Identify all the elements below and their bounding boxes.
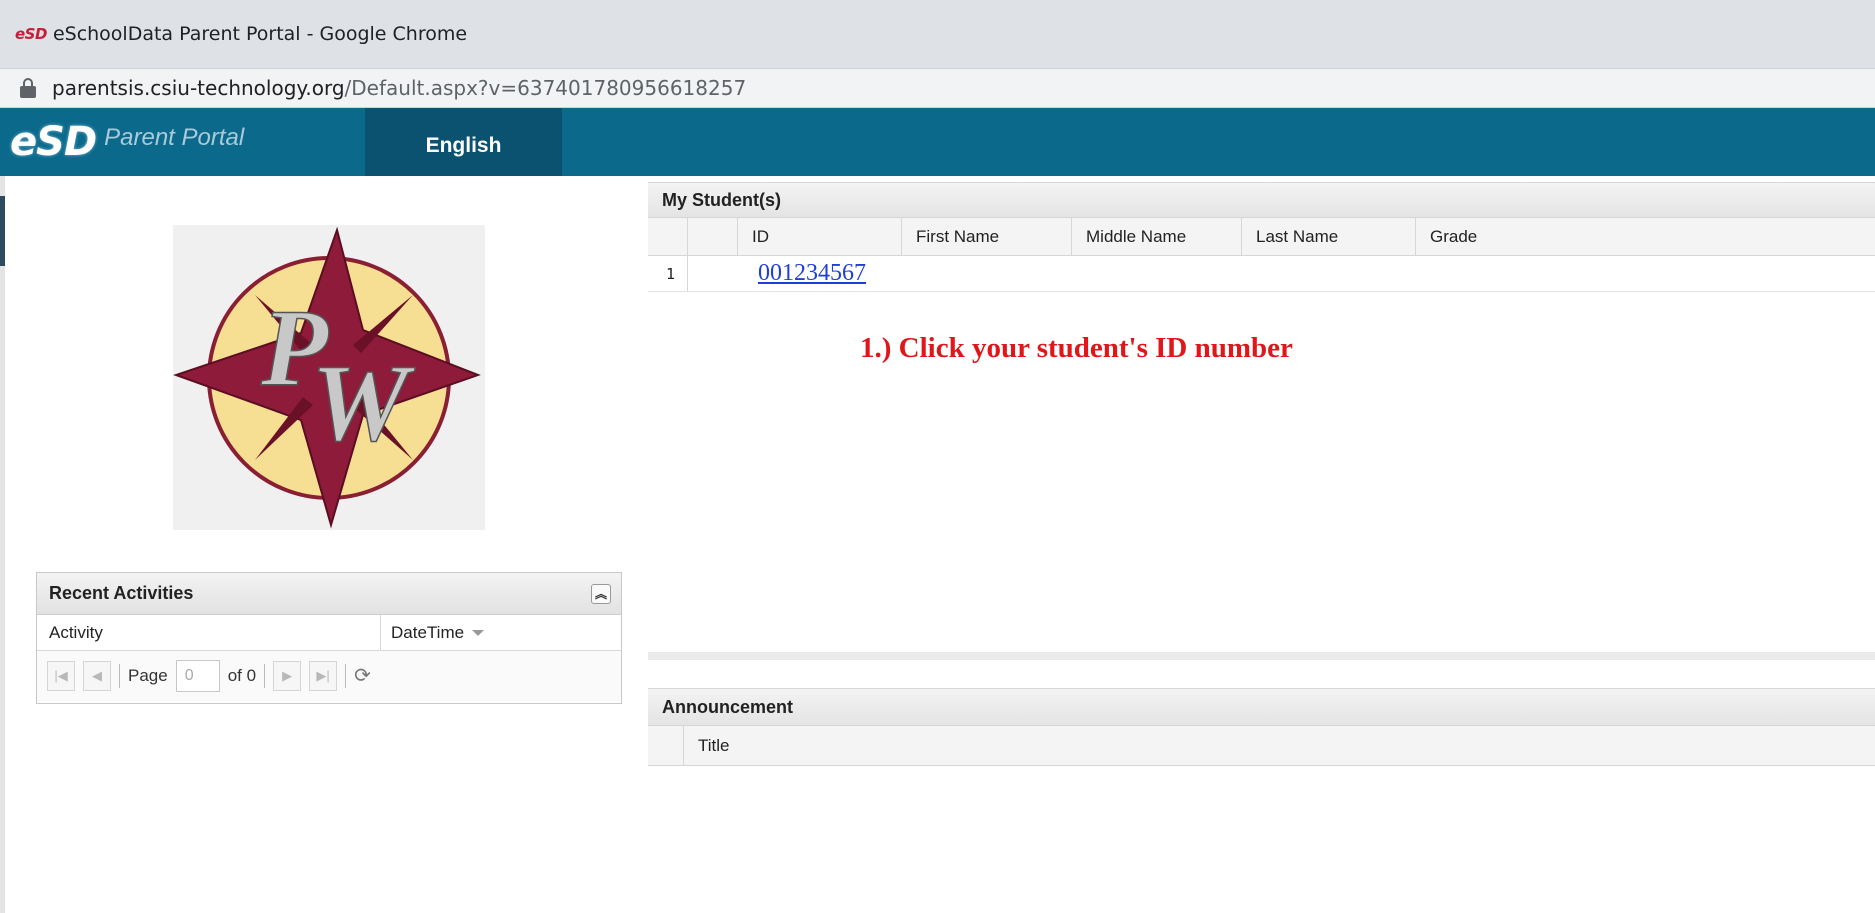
pager-separator xyxy=(345,664,347,688)
recent-activities-title: Recent Activities xyxy=(49,583,194,603)
students-grid-header: ID First Name Middle Name Last Name Grad… xyxy=(648,218,1875,256)
announcement-spacer-column xyxy=(648,726,684,765)
column-id[interactable]: ID xyxy=(738,218,902,255)
page-label: Page xyxy=(128,666,168,685)
row-number-column xyxy=(648,218,688,255)
student-id-link[interactable]: 001234567 xyxy=(758,260,866,287)
column-datetime[interactable]: DateTime xyxy=(381,615,621,650)
window-title: eSchoolData Parent Portal - Google Chrom… xyxy=(52,23,468,45)
column-activity[interactable]: Activity xyxy=(37,615,381,650)
select-column xyxy=(688,218,738,255)
language-tab[interactable]: English xyxy=(365,108,562,176)
announcement-columns: Title xyxy=(648,726,1875,766)
instruction-text: 1.) Click your student's ID number xyxy=(860,332,1293,364)
column-datetime-label: DateTime xyxy=(391,622,465,642)
page-input[interactable]: 0 xyxy=(175,660,220,692)
last-page-icon[interactable]: ▶| xyxy=(309,661,338,691)
recent-activities-columns: Activity DateTime xyxy=(37,615,621,651)
url-path: /Default.aspx?v=637401780956618257 xyxy=(344,76,747,100)
portal-brand[interactable]: eSD Parent Portal xyxy=(0,108,365,176)
browser-title-bar: eSD eSchoolData Parent Portal - Google C… xyxy=(0,0,1875,68)
announcement-header: Announcement xyxy=(648,688,1875,726)
panel-divider xyxy=(648,652,1875,660)
lock-icon[interactable] xyxy=(20,78,36,98)
prev-page-icon[interactable]: ◀ xyxy=(83,661,111,691)
my-students-panel: My Student(s) ID First Name Middle Name … xyxy=(648,182,1875,652)
brand-name: Parent Portal xyxy=(104,124,245,151)
sort-desc-icon[interactable] xyxy=(472,629,485,636)
column-first-name[interactable]: First Name xyxy=(902,218,1072,255)
url-text[interactable]: parentsis.csiu-technology.org/Default.as… xyxy=(52,76,746,100)
column-middle-name[interactable]: Middle Name xyxy=(1072,218,1242,255)
table-row: 1 001234567 xyxy=(648,256,1875,292)
collapse-icon[interactable]: ︽ xyxy=(591,584,611,604)
refresh-icon[interactable]: ⟳ xyxy=(354,665,376,687)
recent-activities-panel: Recent Activities ︽ Activity DateTime |◀… xyxy=(36,572,622,704)
column-title[interactable]: Title xyxy=(684,726,730,765)
left-edge-strip xyxy=(0,176,5,913)
svg-text:W: W xyxy=(311,342,416,464)
left-edge-strip-dark xyxy=(0,196,5,266)
school-logo: P W xyxy=(172,225,485,530)
next-page-icon[interactable]: ▶ xyxy=(273,661,302,691)
brand-logo: eSD xyxy=(10,119,97,165)
row-number: 1 xyxy=(648,256,688,291)
pager-separator xyxy=(119,664,120,688)
my-students-header: My Student(s) xyxy=(648,182,1875,218)
page-count-label: of 0 xyxy=(227,666,257,685)
app-favicon: eSD xyxy=(15,25,47,43)
url-host: parentsis.csiu-technology.org xyxy=(52,76,345,100)
pager-separator xyxy=(264,664,266,688)
first-page-icon[interactable]: |◀ xyxy=(47,661,75,691)
pager: |◀ ◀ Page 0 of 0 ▶ ▶| ⟳ xyxy=(37,651,621,701)
portal-header: eSD Parent Portal English xyxy=(0,108,1875,176)
column-last-name[interactable]: Last Name xyxy=(1242,218,1416,255)
address-bar[interactable]: parentsis.csiu-technology.org/Default.as… xyxy=(0,68,1875,108)
compass-star-logo-icon: P W xyxy=(172,226,481,529)
column-grade[interactable]: Grade xyxy=(1416,218,1875,255)
recent-activities-header: Recent Activities ︽ xyxy=(37,573,621,615)
